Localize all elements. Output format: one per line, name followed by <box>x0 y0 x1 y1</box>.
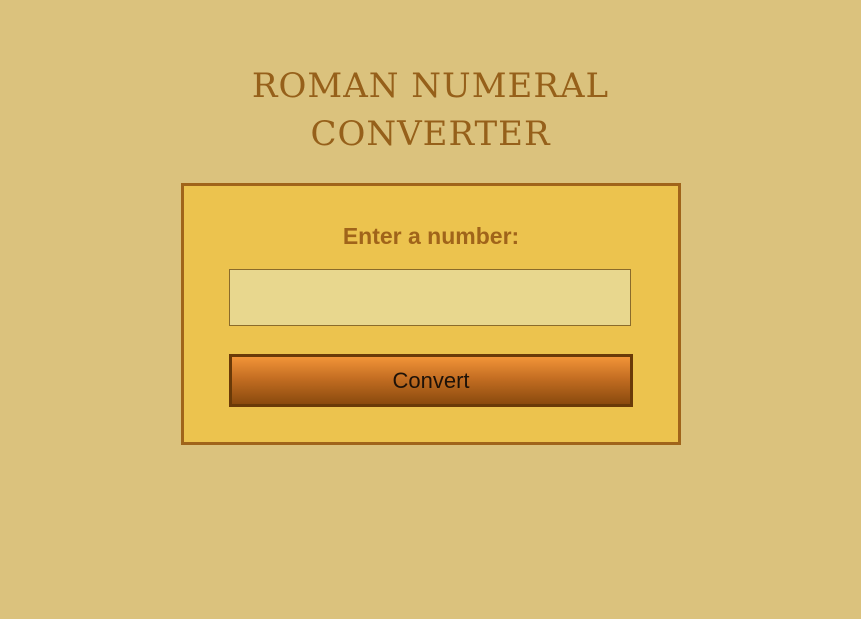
number-input[interactable] <box>229 269 631 326</box>
converter-form: Enter a number: Convert <box>181 183 681 445</box>
page-title: ROMAN NUMERAL CONVERTER <box>0 62 861 158</box>
number-label: Enter a number: <box>342 223 520 249</box>
page-title-line-1: ROMAN NUMERAL <box>251 66 610 106</box>
convert-button[interactable]: Convert <box>229 354 633 407</box>
page-title-line-2: CONVERTER <box>310 114 551 154</box>
